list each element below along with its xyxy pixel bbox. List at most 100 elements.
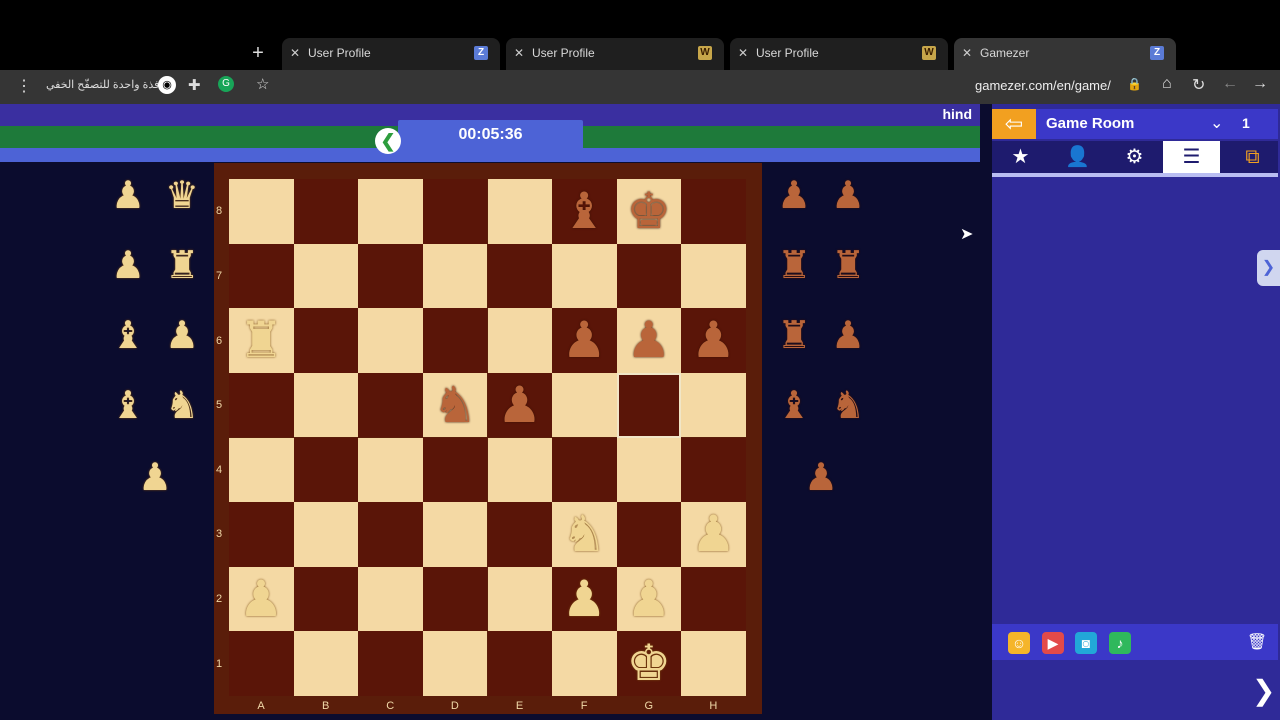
- tab-popout-icon[interactable]: ⧉: [1224, 141, 1280, 173]
- board-square[interactable]: [422, 179, 488, 244]
- new-tab-button[interactable]: +: [247, 42, 269, 64]
- board-square[interactable]: [487, 566, 553, 632]
- incognito-icon[interactable]: ◉: [158, 76, 176, 94]
- tab-1[interactable]: ✕ User Profile Z: [282, 38, 500, 70]
- trash-icon[interactable]: 🗑: [1246, 632, 1268, 654]
- board-square[interactable]: [422, 631, 488, 696]
- chess-piece[interactable]: ♟: [488, 373, 552, 437]
- emoji-icon[interactable]: ☺: [1008, 632, 1030, 654]
- close-icon[interactable]: ✕: [514, 46, 524, 60]
- tab-users-user-icon[interactable]: 👤: [1049, 141, 1106, 173]
- board-square[interactable]: [229, 372, 294, 438]
- sound-icon[interactable]: ♪: [1109, 632, 1131, 654]
- exit-icon[interactable]: ⇦: [992, 109, 1036, 139]
- chess-piece[interactable]: ♟: [552, 308, 616, 372]
- board-square[interactable]: [358, 308, 423, 373]
- camera-icon[interactable]: ◙: [1075, 632, 1097, 654]
- board-square[interactable]: [229, 179, 294, 244]
- reload-icon[interactable]: ↻: [1192, 75, 1205, 95]
- board-square[interactable]: [358, 502, 423, 567]
- chevron-down-icon[interactable]: ⌄: [1210, 113, 1223, 133]
- board-square[interactable]: [293, 502, 359, 567]
- chevron-right-icon[interactable]: ❯: [1252, 674, 1275, 707]
- tab-favorites-star-icon[interactable]: ★: [992, 141, 1049, 173]
- board-square[interactable]: [681, 631, 746, 696]
- board-square[interactable]: [293, 437, 359, 503]
- board-square[interactable]: [358, 179, 423, 244]
- home-icon[interactable]: ⌂: [1162, 75, 1172, 93]
- board-square[interactable]: [422, 502, 488, 567]
- board-square[interactable]: [422, 243, 488, 309]
- extensions-icon[interactable]: ✚: [188, 76, 201, 94]
- board-square[interactable]: [229, 502, 294, 567]
- chess-piece[interactable]: ♟: [617, 308, 681, 372]
- board-square[interactable]: [293, 308, 359, 373]
- board-square[interactable]: [616, 502, 682, 567]
- close-icon[interactable]: ✕: [738, 46, 748, 60]
- favicon-icon: Z: [474, 46, 488, 60]
- board-square[interactable]: [293, 179, 359, 244]
- chess-piece[interactable]: ♞: [423, 373, 487, 437]
- board-square[interactable]: [681, 372, 746, 438]
- board-square[interactable]: [229, 437, 294, 503]
- back-icon[interactable]: →: [1252, 75, 1268, 93]
- tab-chat-list-icon[interactable]: ☰: [1163, 141, 1220, 173]
- chess-piece[interactable]: ♝: [552, 179, 616, 243]
- chess-piece[interactable]: ♜: [229, 308, 293, 372]
- board-square[interactable]: [552, 437, 617, 503]
- board-square[interactable]: [681, 243, 746, 309]
- board-square[interactable]: [293, 243, 359, 309]
- board-square[interactable]: [358, 437, 423, 503]
- url-field[interactable]: gamezer.com/en/game/: [975, 78, 1111, 93]
- board-square[interactable]: [487, 308, 553, 373]
- board-square[interactable]: [616, 243, 682, 309]
- chess-piece[interactable]: ♟: [681, 308, 745, 372]
- board-square[interactable]: [229, 631, 294, 696]
- board-square[interactable]: [358, 566, 423, 632]
- board-square[interactable]: [552, 372, 617, 438]
- board-square[interactable]: [552, 631, 617, 696]
- chess-piece[interactable]: ♟: [229, 567, 293, 631]
- tab-4[interactable]: ✕ Gamezer Z: [954, 38, 1176, 70]
- star-icon[interactable]: ☆: [256, 75, 269, 93]
- board-square[interactable]: [422, 308, 488, 373]
- tab-3[interactable]: ✕ User Profile W: [730, 38, 948, 70]
- chess-piece[interactable]: ♟: [617, 567, 681, 631]
- board-square[interactable]: [487, 437, 553, 503]
- board-square[interactable]: [681, 179, 746, 244]
- chess-piece[interactable]: ♟: [681, 502, 745, 566]
- play-icon[interactable]: ▶: [1042, 632, 1064, 654]
- board-square[interactable]: [487, 243, 553, 309]
- close-icon[interactable]: ✕: [962, 46, 972, 60]
- forward-icon[interactable]: ←: [1222, 75, 1238, 93]
- board-square[interactable]: [358, 631, 423, 696]
- board-square[interactable]: [358, 372, 423, 438]
- menu-icon[interactable]: ⋮: [16, 76, 32, 96]
- board-square[interactable]: [293, 372, 359, 438]
- close-icon[interactable]: ✕: [290, 46, 300, 60]
- chess-piece[interactable]: ♞: [552, 502, 616, 566]
- expand-panel-icon[interactable]: ❯: [1257, 250, 1280, 286]
- board-square[interactable]: [681, 566, 746, 632]
- chess-piece[interactable]: ♚: [617, 631, 681, 695]
- chess-board[interactable]: ♝ ♚ ♜ ♟ ♟ ♟ ♞ ♟ ♞ ♟ ♟ ♟ ♟ ♚: [229, 179, 746, 696]
- board-square[interactable]: [229, 243, 294, 309]
- tab-settings-gear-icon[interactable]: ⚙: [1106, 141, 1163, 173]
- board-square[interactable]: [293, 631, 359, 696]
- back-arrow-icon[interactable]: ❮: [375, 128, 401, 154]
- board-square[interactable]: [616, 437, 682, 503]
- chess-piece[interactable]: ♚: [617, 179, 681, 243]
- board-square[interactable]: [487, 179, 553, 244]
- chess-piece[interactable]: ♟: [552, 567, 616, 631]
- tab-2[interactable]: ✕ User Profile W: [506, 38, 724, 70]
- board-square[interactable]: [681, 437, 746, 503]
- board-square[interactable]: [422, 566, 488, 632]
- board-square[interactable]: [487, 631, 553, 696]
- board-square[interactable]: [358, 243, 423, 309]
- board-square[interactable]: [422, 437, 488, 503]
- board-square[interactable]: [487, 502, 553, 567]
- chat-area[interactable]: [992, 179, 1278, 629]
- board-square[interactable]: [552, 243, 617, 309]
- grammarly-icon[interactable]: G: [218, 76, 234, 92]
- board-square[interactable]: [293, 566, 359, 632]
